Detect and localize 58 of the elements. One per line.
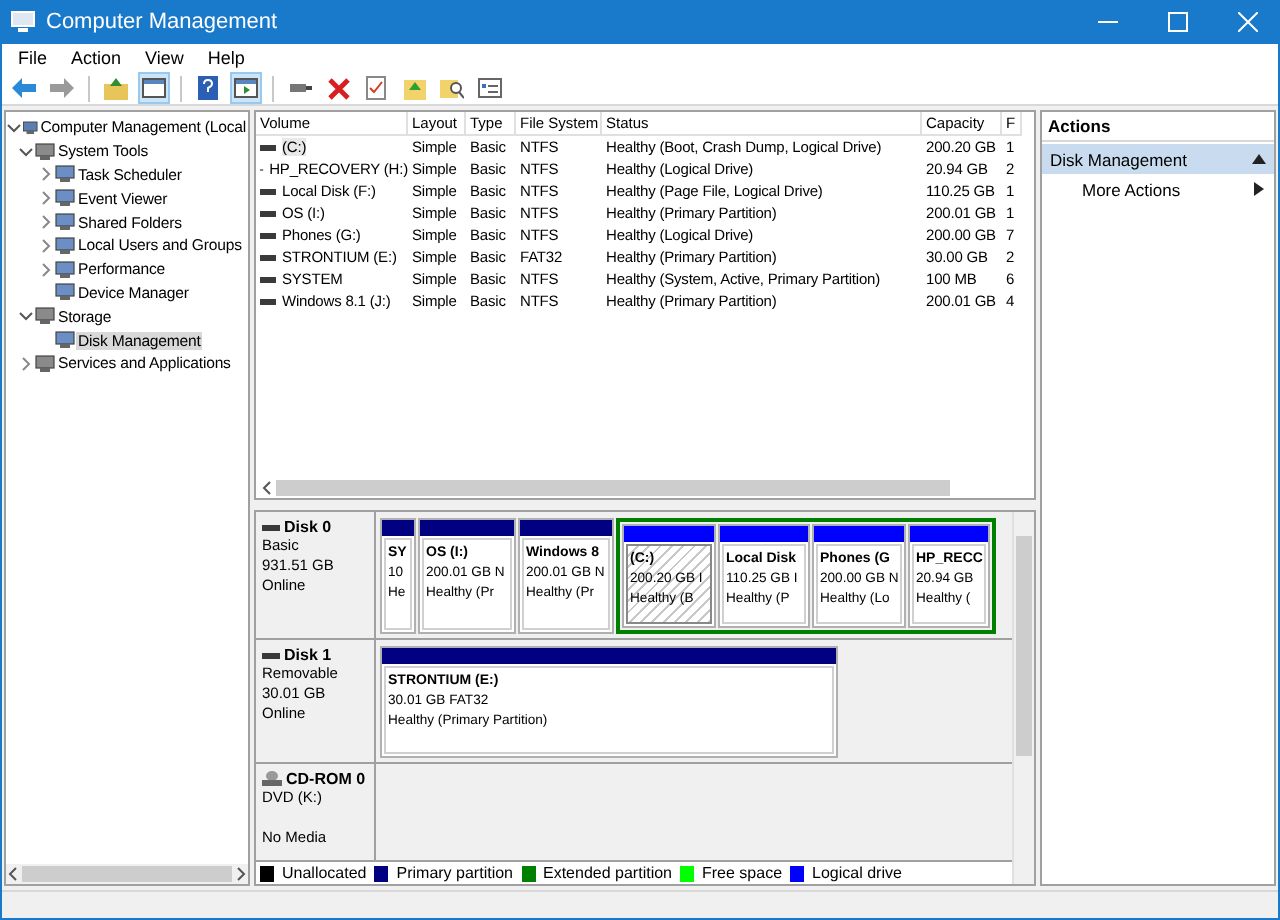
collapse-caret-icon[interactable]	[18, 143, 34, 160]
collapse-caret-icon[interactable]	[6, 119, 22, 136]
actions-section[interactable]: Disk Management	[1042, 144, 1274, 174]
menu-item[interactable]: View	[133, 48, 196, 68]
tree-node-icon	[54, 282, 76, 303]
horizontal-scrollbar[interactable]	[6, 864, 248, 884]
legend-label: Unallocated	[282, 864, 367, 882]
computer-icon	[22, 117, 39, 138]
horizontal-scrollbar[interactable]	[254, 476, 1036, 500]
disc-drive-icon	[262, 770, 282, 788]
action-item[interactable]: More Actions	[1042, 174, 1274, 204]
tree-node-icon	[54, 164, 76, 185]
legend-label: Logical drive	[812, 864, 902, 882]
actions-title: Actions	[1042, 112, 1274, 142]
expand-caret-icon[interactable]	[38, 166, 54, 183]
collapse-arrow-icon	[1252, 154, 1266, 164]
tree-node-icon	[54, 235, 76, 256]
disk-name: Disk 0	[284, 518, 332, 536]
tree-node-icon	[54, 212, 76, 233]
vertical-scrollbar[interactable]	[1012, 512, 1034, 884]
scroll-right-icon	[236, 866, 248, 882]
scroll-left-icon	[260, 479, 272, 495]
close-icon	[1238, 12, 1258, 32]
disk-name: Disk 1	[284, 646, 332, 664]
action-pane-button[interactable]	[230, 72, 262, 104]
menu-item[interactable]: Help	[195, 48, 257, 68]
tree-node-icon	[54, 259, 76, 280]
tree-node-icon	[54, 330, 76, 351]
legend-label: Primary partition	[396, 864, 513, 882]
computer-icon	[10, 10, 36, 34]
disk-name: CD-ROM 0	[286, 770, 366, 788]
console-tree-button[interactable]	[138, 72, 170, 104]
drive-icon	[262, 651, 280, 659]
scroll-left-icon	[6, 866, 18, 882]
delete-button[interactable]	[322, 72, 354, 104]
tree-node-icon	[34, 353, 56, 374]
submenu-arrow-icon	[1254, 182, 1264, 196]
maximize-icon	[1168, 12, 1188, 32]
window-title: Computer Management	[46, 10, 280, 34]
help-button[interactable]	[192, 72, 224, 104]
legend-label: Extended partition	[543, 864, 672, 882]
drive-icon	[262, 523, 280, 531]
menu-item[interactable]: File	[6, 48, 60, 68]
properties-button[interactable]	[474, 72, 506, 104]
plug-icon	[289, 80, 311, 96]
tree-node-icon	[34, 141, 56, 162]
forward-button[interactable]	[46, 72, 78, 104]
collapse-caret-icon[interactable]	[18, 308, 34, 325]
legend-label: Free space	[702, 864, 783, 882]
check-document-button[interactable]	[360, 72, 392, 104]
expand-caret-icon[interactable]	[38, 214, 54, 231]
tree-node-icon	[34, 306, 56, 327]
expand-caret-icon[interactable]	[38, 190, 54, 207]
expand-caret-icon[interactable]	[38, 237, 54, 254]
menu-item[interactable]: Action	[59, 48, 134, 68]
expand-caret-icon[interactable]	[38, 261, 54, 278]
expand-caret-icon[interactable]	[18, 355, 34, 372]
tree-node-icon	[54, 188, 76, 209]
